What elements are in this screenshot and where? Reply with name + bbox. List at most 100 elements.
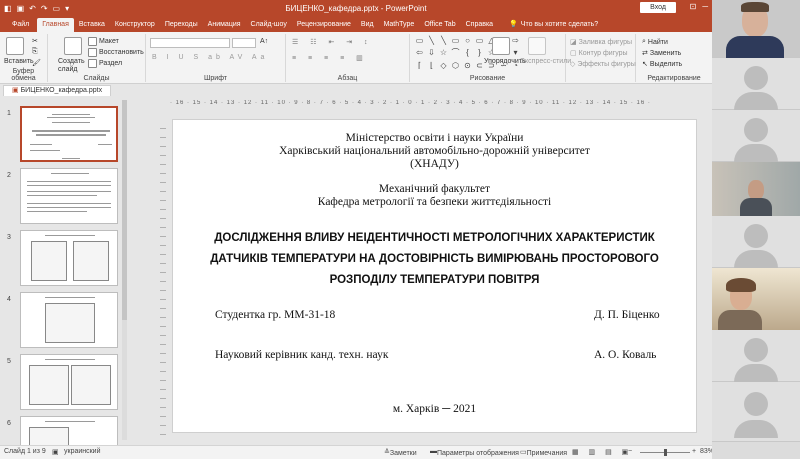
search-icon: ⌕: [642, 38, 646, 45]
participant-tile-3[interactable]: [712, 110, 800, 162]
font-family-select[interactable]: [150, 38, 230, 48]
reset-button[interactable]: Восстановить: [88, 48, 144, 57]
tab-design[interactable]: Конструктор: [110, 18, 160, 32]
avatar-icon: [744, 118, 768, 142]
slides-group: Создать слайд Макет Восстановить Раздел …: [48, 34, 146, 82]
paste-icon[interactable]: [6, 37, 24, 55]
minimize-icon[interactable]: ─: [702, 2, 708, 11]
tab-insert[interactable]: Вставка: [74, 18, 110, 32]
scrollbar-thumb[interactable]: [122, 100, 127, 320]
participant-video-1[interactable]: [712, 0, 800, 58]
zoom-out-icon[interactable]: −: [628, 448, 632, 455]
shape-outline-button[interactable]: ▢ Контур фигуры: [570, 49, 628, 58]
avatar-body: [734, 420, 778, 438]
drawing-group-label: Рисование: [469, 75, 506, 82]
font-size-select[interactable]: [232, 38, 256, 48]
font-group: A↑ B I U S ab AV Aa Шрифт: [146, 34, 286, 82]
notes-button[interactable]: ≙ Заметки: [384, 448, 417, 457]
title-line-1: ДОСЛІДЖЕННЯ ВЛИВУ НЕІДЕНТИЧНОСТІ МЕТРОЛО…: [214, 232, 655, 244]
zoom-slider-thumb[interactable]: [664, 449, 667, 456]
copy-icon[interactable]: ⎘: [32, 48, 38, 56]
align-buttons[interactable]: ≡ ≡ ≡ ≡ ▥: [292, 54, 368, 62]
cut-icon[interactable]: ✂: [32, 37, 38, 45]
view-buttons[interactable]: ▦ ▥ ▤ ▣: [572, 448, 632, 456]
thumbnail-slide-1[interactable]: 1: [2, 106, 122, 164]
save-icon[interactable]: ▣: [17, 4, 25, 13]
effects-icon: ◇: [570, 61, 576, 68]
tab-review[interactable]: Рецензирование: [292, 18, 356, 32]
layout-icon: [88, 37, 97, 46]
format-painter-icon[interactable]: 🖌: [32, 59, 41, 67]
language-status[interactable]: украинский: [64, 448, 101, 455]
participant-tile-7[interactable]: [712, 330, 800, 382]
zoom-in-icon[interactable]: +: [692, 448, 696, 455]
thumbnails-scrollbar[interactable]: [122, 100, 127, 440]
slide-canvas[interactable]: Міністерство освіти і науки України Харк…: [172, 119, 697, 433]
zoom-slider[interactable]: [640, 449, 690, 456]
spellcheck-icon[interactable]: ▣: [52, 448, 59, 456]
advisor-name: А. О. Коваль: [594, 349, 657, 361]
redo-icon[interactable]: ↷: [41, 4, 48, 13]
font-format-buttons[interactable]: B I U S ab AV Aa: [152, 54, 268, 61]
thumbnail-slide-4[interactable]: 4: [2, 292, 122, 350]
tab-view[interactable]: Вид: [356, 18, 379, 32]
grow-font-icon[interactable]: A↑: [260, 38, 268, 45]
new-slide-icon[interactable]: [64, 37, 82, 55]
customize-icon[interactable]: ▾: [65, 4, 69, 13]
university-abbr: (ХНАДУ): [410, 158, 459, 170]
participant-tile-8[interactable]: [712, 382, 800, 442]
horizontal-ruler: · 16 · 15 · 14 · 13 · 12 · 11 · 10 · 9 ·…: [170, 100, 651, 106]
autosave-icon[interactable]: ◧: [4, 4, 12, 13]
thumbnail-frame: [20, 230, 118, 286]
select-button[interactable]: ↖ Выделить: [642, 60, 682, 69]
participant-tile-2[interactable]: [712, 58, 800, 110]
tab-mathtype[interactable]: MathType: [379, 18, 420, 32]
tab-help[interactable]: Справка: [461, 18, 498, 32]
undo-icon[interactable]: ↶: [29, 4, 36, 13]
find-button[interactable]: ⌕ Найти: [642, 38, 668, 46]
present-icon[interactable]: ▭: [53, 4, 61, 13]
display-params-button[interactable]: ▬ Параметры отображения: [430, 448, 519, 457]
editing-group: ⌕ Найти ⇄ Заменить ↖ Выделить Редактировани…: [636, 34, 712, 82]
thumbnail-frame: [20, 292, 118, 348]
section-button[interactable]: Раздел: [88, 59, 122, 68]
outline-icon: ▢: [570, 50, 577, 57]
reset-icon: [88, 48, 97, 57]
participant-video-6[interactable]: [712, 268, 800, 330]
university-text: Харківський національний автомобільно-до…: [279, 145, 590, 157]
shape-effects-button[interactable]: ◇ Эффекты фигуры: [570, 60, 636, 69]
new-slide-button[interactable]: Создать слайд: [58, 58, 88, 74]
replace-button[interactable]: ⇄ Заменить: [642, 49, 681, 58]
quick-styles-icon[interactable]: [528, 37, 546, 55]
tell-me-search[interactable]: 💡 Что вы хотите сделать?: [504, 18, 603, 32]
slide-editor: · 16 · 15 · 14 · 13 · 12 · 11 · 10 · 9 ·…: [130, 96, 712, 445]
comments-button[interactable]: ▭ Примечания: [520, 448, 567, 457]
login-button[interactable]: Вход: [640, 2, 676, 13]
shape-fill-button[interactable]: ◪ Заливка фигуры: [570, 38, 632, 47]
title-line-3: РОЗПОДІЛУ ТЕМПЕРАТУРИ ПОВІТРЯ: [329, 274, 540, 286]
lightbulb-icon: 💡: [509, 21, 518, 28]
thumbnail-number: 1: [7, 110, 11, 117]
paste-button[interactable]: Вставить: [4, 58, 34, 65]
quick-styles-button[interactable]: Экспресс-стили: [520, 58, 571, 65]
cursor-icon: ↖: [642, 61, 648, 68]
thumbnail-slide-3[interactable]: 3: [2, 230, 122, 288]
participant-video-4[interactable]: [712, 162, 800, 216]
thumbnail-slide-6[interactable]: 6: [2, 416, 122, 445]
list-buttons[interactable]: ☰ ☷ ⇤ ⇥ ↕: [292, 38, 373, 46]
city-year: м. Харків ─ 2021: [392, 403, 477, 415]
document-tab[interactable]: ▣ БИЦЕНКО_кафедра.pptx: [3, 85, 112, 96]
participant-tile-5[interactable]: [712, 216, 800, 268]
tab-animations[interactable]: Анимация: [203, 18, 246, 32]
tab-file[interactable]: Файл: [4, 18, 37, 32]
paragraph-group-label: Абзац: [337, 75, 358, 82]
arrange-icon[interactable]: [492, 37, 510, 55]
ribbon-options-icon[interactable]: ⊡: [690, 2, 697, 11]
thumbnail-slide-2[interactable]: 2: [2, 168, 122, 226]
tab-transitions[interactable]: Переходы: [160, 18, 203, 32]
tab-home[interactable]: Главная: [37, 18, 74, 32]
thumbnail-slide-5[interactable]: 5: [2, 354, 122, 412]
tab-officetab[interactable]: Office Tab: [419, 18, 460, 32]
layout-button[interactable]: Макет: [88, 37, 119, 46]
tab-slideshow[interactable]: Слайд-шоу: [246, 18, 292, 32]
